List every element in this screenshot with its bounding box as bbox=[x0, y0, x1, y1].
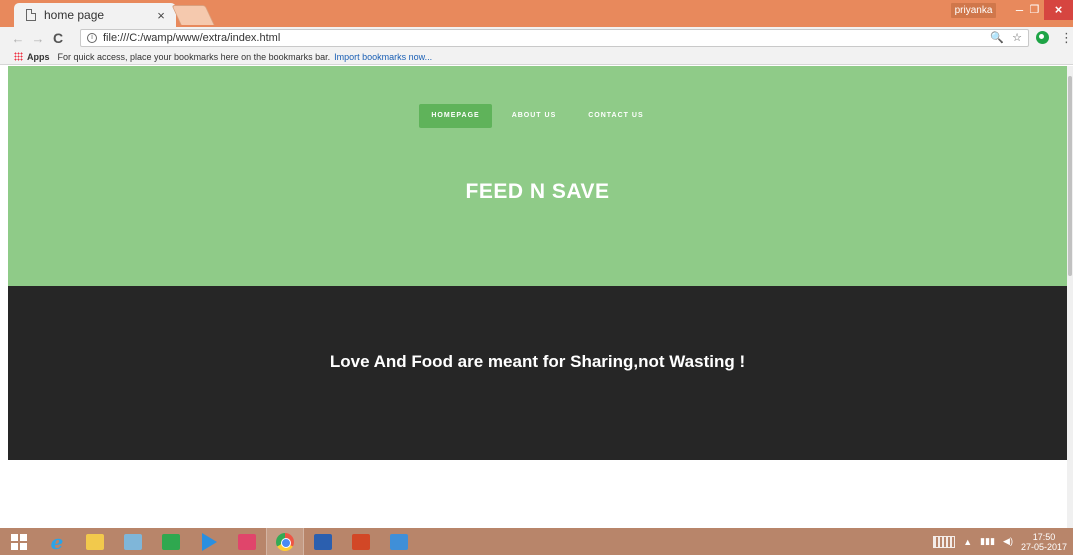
chrome-icon bbox=[276, 532, 294, 551]
network-icon[interactable]: ▮▮▮ bbox=[980, 536, 995, 547]
clock[interactable]: 17:50 27-05-2017 bbox=[1021, 532, 1067, 552]
extension-icon[interactable] bbox=[1036, 31, 1049, 44]
browser-tab-home[interactable]: home page × bbox=[14, 3, 176, 27]
taskbar-notepad[interactable] bbox=[114, 528, 152, 555]
reload-button[interactable]: C bbox=[48, 30, 68, 46]
bookmarks-bar: Apps For quick access, place your bookma… bbox=[0, 49, 1073, 65]
bookmarks-hint: For quick access, place your bookmarks h… bbox=[57, 51, 331, 62]
profile-button[interactable]: priyanka bbox=[951, 3, 996, 18]
apps-grid-icon[interactable] bbox=[14, 52, 23, 61]
tagline: Love And Food are meant for Sharing,not … bbox=[329, 352, 746, 371]
start-button[interactable] bbox=[0, 528, 38, 555]
web-page: HOMEPAGE ABOUT US CONTACT US FEED N SAVE… bbox=[8, 66, 1067, 528]
nav-about-us[interactable]: ABOUT US bbox=[500, 104, 569, 128]
import-bookmarks-link[interactable]: Import bookmarks now... bbox=[334, 52, 432, 62]
media-player-icon bbox=[201, 532, 217, 551]
nav-contact-us[interactable]: CONTACT US bbox=[576, 104, 655, 128]
clock-date: 27-05-2017 bbox=[1020, 541, 1067, 552]
minimize-button[interactable]: – bbox=[1012, 0, 1027, 20]
store-icon bbox=[162, 533, 180, 550]
tagline-section: Love And Food are meant for Sharing,not … bbox=[8, 286, 1067, 460]
internet-explorer-icon: e bbox=[50, 529, 64, 554]
browser-menu-icon[interactable]: ⋮ bbox=[1060, 30, 1073, 45]
browser-titlebar: home page × priyanka – ❐ × bbox=[0, 0, 1073, 27]
taskbar-mail[interactable] bbox=[228, 528, 266, 555]
clock-time: 17:50 bbox=[1032, 531, 1056, 542]
url-text: file:///C:/wamp/www/extra/index.html bbox=[103, 32, 281, 44]
tab-close-icon[interactable]: × bbox=[154, 8, 168, 23]
taskbar-word[interactable] bbox=[304, 528, 342, 555]
mail-icon bbox=[238, 533, 256, 550]
taskbar-chrome[interactable] bbox=[266, 528, 304, 555]
volume-icon[interactable]: ◀) bbox=[1003, 536, 1013, 547]
hero-title: FEED N SAVE bbox=[465, 180, 610, 203]
taskbar-store[interactable] bbox=[152, 528, 190, 555]
forward-button[interactable]: → bbox=[28, 31, 48, 46]
word-icon bbox=[314, 533, 332, 550]
remote-desktop-icon bbox=[390, 533, 408, 550]
keyboard-icon[interactable] bbox=[933, 535, 956, 548]
new-tab-button[interactable] bbox=[171, 5, 215, 25]
system-tray: ▲ ▮▮▮ ◀) 17:50 27-05-2017 bbox=[933, 528, 1073, 555]
taskbar-remote[interactable] bbox=[380, 528, 418, 555]
info-icon[interactable]: i bbox=[87, 33, 97, 43]
taskbar-media[interactable] bbox=[190, 528, 228, 555]
notepad-icon bbox=[124, 533, 142, 550]
address-bar[interactable]: i file:///C:/wamp/www/extra/index.html 🔍… bbox=[80, 29, 1029, 47]
taskbar-explorer[interactable] bbox=[76, 528, 114, 555]
windows-start-icon bbox=[11, 533, 27, 550]
taskbar-ie[interactable]: e bbox=[38, 528, 76, 555]
scrollbar-thumb[interactable] bbox=[1068, 76, 1072, 276]
maximize-button[interactable]: ❐ bbox=[1027, 0, 1042, 20]
hero-section: HOMEPAGE ABOUT US CONTACT US FEED N SAVE bbox=[8, 66, 1067, 286]
apps-button[interactable]: Apps bbox=[27, 52, 50, 62]
zoom-icon[interactable]: 🔍 bbox=[990, 30, 1004, 46]
file-explorer-icon bbox=[86, 533, 104, 550]
page-icon bbox=[26, 9, 36, 21]
browser-toolbar: ← → C i file:///C:/wamp/www/extra/index.… bbox=[0, 27, 1073, 49]
back-button[interactable]: ← bbox=[8, 31, 28, 46]
powerpoint-icon bbox=[352, 533, 370, 550]
windows-taskbar: e ▲ ▮▮▮ ◀) 17:50 27-05-2017 bbox=[0, 528, 1073, 555]
page-scrollbar[interactable] bbox=[1067, 66, 1073, 528]
site-nav: HOMEPAGE ABOUT US CONTACT US bbox=[8, 104, 1067, 128]
close-window-button[interactable]: × bbox=[1044, 0, 1073, 20]
nav-homepage[interactable]: HOMEPAGE bbox=[419, 104, 492, 128]
tab-title: home page bbox=[44, 8, 105, 22]
tray-expand-icon[interactable]: ▲ bbox=[963, 537, 972, 547]
bookmark-star-icon[interactable]: ☆ bbox=[1012, 30, 1022, 46]
taskbar-powerpoint[interactable] bbox=[342, 528, 380, 555]
